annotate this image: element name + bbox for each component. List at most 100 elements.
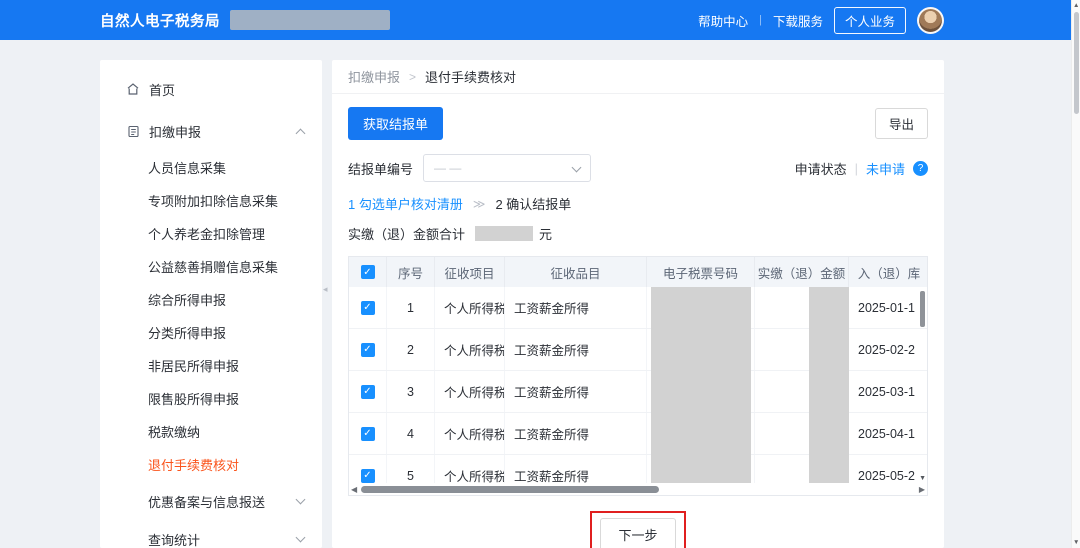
withholding-submenu: 人员信息采集 专项附加扣除信息采集 个人养老金扣除管理 公益慈善捐赠信息采集 综… <box>100 152 322 482</box>
row-checkbox[interactable] <box>361 301 375 315</box>
chevron-down-icon <box>296 533 306 543</box>
sidebar-collapse-icon[interactable] <box>323 284 328 295</box>
step-1[interactable]: 1 勾选单户核对清册 <box>348 194 463 213</box>
step-2[interactable]: 2 确认结报单 <box>495 194 571 213</box>
cell-tax-item: 个人所得税 <box>435 287 505 328</box>
cell-no: 3 <box>387 371 435 412</box>
wizard-steps: 1 勾选单户核对清册 ≫ 2 确认结报单 <box>348 194 928 213</box>
redacted-region-name <box>230 10 390 30</box>
total-amount-unit: 元 <box>539 224 552 243</box>
chevron-down-icon <box>572 163 582 173</box>
table-horizontal-scrollbar-thumb[interactable] <box>361 486 659 493</box>
browser-scrollbar-thumb[interactable] <box>1074 12 1079 114</box>
filter-row: 结报单编号 — — 申请状态 | 未申请 <box>348 154 928 182</box>
scroll-down-icon[interactable] <box>1073 539 1079 546</box>
row-checkbox[interactable] <box>361 385 375 399</box>
breadcrumb-separator: > <box>409 70 416 84</box>
sidebar-item-query[interactable]: 查询统计 <box>100 520 322 548</box>
cell-tax-category: 工资薪金所得 <box>505 287 647 328</box>
sidebar: 首页 扣缴申报 人员信息采集 专项附加扣除信息采集 个人养老金扣除管理 公益慈善… <box>100 60 322 548</box>
total-amount-label: 实缴（退）金额合计 <box>348 224 465 243</box>
fetch-settlement-button[interactable]: 获取结报单 <box>348 107 443 140</box>
sidebar-item-公益慈善捐赠信息采集[interactable]: 公益慈善捐赠信息采集 <box>100 251 322 284</box>
sidebar-item-preference[interactable]: 优惠备案与信息报送 <box>100 482 322 520</box>
sidebar-item-分类所得申报[interactable]: 分类所得申报 <box>100 317 322 350</box>
table-header: 序号 征收项目 征收品目 电子税票号码 实缴（退）金额 入（退）库 <box>349 257 927 287</box>
column-header-amount: 实缴（退）金额 <box>755 257 849 287</box>
sidebar-item-label: 首页 <box>149 80 175 99</box>
apply-status-value: 未申请 <box>866 159 905 178</box>
page-title: 退付手续费核对 <box>425 67 516 86</box>
cell-date: 2025-04-1 <box>849 413 927 454</box>
question-circle-icon[interactable] <box>913 161 928 176</box>
column-header-category: 征收品目 <box>505 257 647 287</box>
annotation-highlight: 下一步 <box>590 511 685 548</box>
sidebar-item-人员信息采集[interactable]: 人员信息采集 <box>100 152 322 185</box>
top-header: 自然人电子税务局 帮助中心 | 下载服务 个人业务 <box>0 0 1071 40</box>
home-icon <box>126 82 140 96</box>
chevron-down-icon <box>296 495 306 505</box>
sidebar-item-label: 扣缴申报 <box>149 122 201 141</box>
cell-date: 2025-01-1 <box>849 287 927 328</box>
user-avatar[interactable] <box>917 7 944 34</box>
status-divider: | <box>855 161 858 176</box>
sidebar-item-个人养老金扣除管理[interactable]: 个人养老金扣除管理 <box>100 218 322 251</box>
cell-tax-category: 工资薪金所得 <box>505 455 647 483</box>
sidebar-item-label: 查询统计 <box>148 530 200 548</box>
scroll-left-icon[interactable] <box>351 485 357 494</box>
sidebar-item-限售股所得申报[interactable]: 限售股所得申报 <box>100 383 322 416</box>
toolbar: 获取结报单 导出 <box>348 107 928 140</box>
select-all-checkbox[interactable] <box>361 265 375 279</box>
cell-no: 1 <box>387 287 435 328</box>
form-icon <box>126 124 140 138</box>
column-header-item: 征收项目 <box>435 257 505 287</box>
export-button[interactable]: 导出 <box>875 108 928 139</box>
download-service-link[interactable]: 下载服务 <box>773 11 823 30</box>
step-separator-icon: ≫ <box>473 197 486 211</box>
next-step-button[interactable]: 下一步 <box>600 518 675 548</box>
sidebar-item-综合所得申报[interactable]: 综合所得申报 <box>100 284 322 317</box>
breadcrumb-parent[interactable]: 扣缴申报 <box>348 67 400 86</box>
help-center-link[interactable]: 帮助中心 <box>698 11 748 30</box>
breadcrumb: 扣缴申报 > 退付手续费核对 <box>332 60 944 94</box>
sidebar-item-withholding[interactable]: 扣缴申报 <box>100 110 322 152</box>
sidebar-item-非居民所得申报[interactable]: 非居民所得申报 <box>100 350 322 383</box>
cell-tax-item: 个人所得税 <box>435 329 505 370</box>
sidebar-item-税款缴纳[interactable]: 税款缴纳 <box>100 416 322 449</box>
cell-tax-item: 个人所得税 <box>435 371 505 412</box>
table-scroll-down-icon[interactable] <box>919 475 926 482</box>
cell-no: 5 <box>387 455 435 483</box>
row-checkbox[interactable] <box>361 343 375 357</box>
sidebar-item-退付手续费核对[interactable]: 退付手续费核对 <box>100 449 322 482</box>
cell-tax-item: 个人所得税 <box>435 413 505 454</box>
redacted-ticket-numbers <box>651 287 751 483</box>
row-checkbox[interactable] <box>361 427 375 441</box>
redacted-total-amount <box>475 226 533 241</box>
apply-status-label: 申请状态 <box>795 159 847 178</box>
cell-tax-category: 工资薪金所得 <box>505 413 647 454</box>
row-checkbox[interactable] <box>361 469 375 483</box>
header-divider: | <box>759 14 762 26</box>
table-body-viewport: 1 个人所得税 工资薪金所得 2025-01-1 2 个人所得税 工资薪金所得 … <box>349 287 927 483</box>
chevron-up-icon <box>296 128 306 138</box>
sidebar-item-label: 优惠备案与信息报送 <box>148 492 265 511</box>
browser-scrollbar[interactable] <box>1071 0 1080 548</box>
scroll-right-icon[interactable] <box>919 485 925 494</box>
main-panel: 扣缴申报 > 退付手续费核对 获取结报单 导出 结报单编号 — — 申请状态 |… <box>332 60 944 548</box>
scroll-up-icon[interactable] <box>1073 2 1079 9</box>
personal-business-button[interactable]: 个人业务 <box>834 7 906 34</box>
sidebar-item-专项附加扣除信息采集[interactable]: 专项附加扣除信息采集 <box>100 185 322 218</box>
total-amount-row: 实缴（退）金额合计 元 <box>348 224 928 243</box>
cell-tax-item: 个人所得税 <box>435 455 505 483</box>
cell-date: 2025-03-1 <box>849 371 927 412</box>
table-vertical-scrollbar-thumb[interactable] <box>920 291 925 327</box>
redacted-amounts <box>809 287 849 483</box>
column-header-date: 入（退）库 <box>849 257 929 287</box>
cell-date: 2025-05-2 <box>849 455 927 483</box>
report-no-select[interactable]: — — <box>423 154 591 182</box>
column-header-ticket: 电子税票号码 <box>647 257 755 287</box>
report-no-label: 结报单编号 <box>348 159 413 178</box>
cell-no: 4 <box>387 413 435 454</box>
sidebar-item-home[interactable]: 首页 <box>100 68 322 110</box>
cell-tax-category: 工资薪金所得 <box>505 371 647 412</box>
